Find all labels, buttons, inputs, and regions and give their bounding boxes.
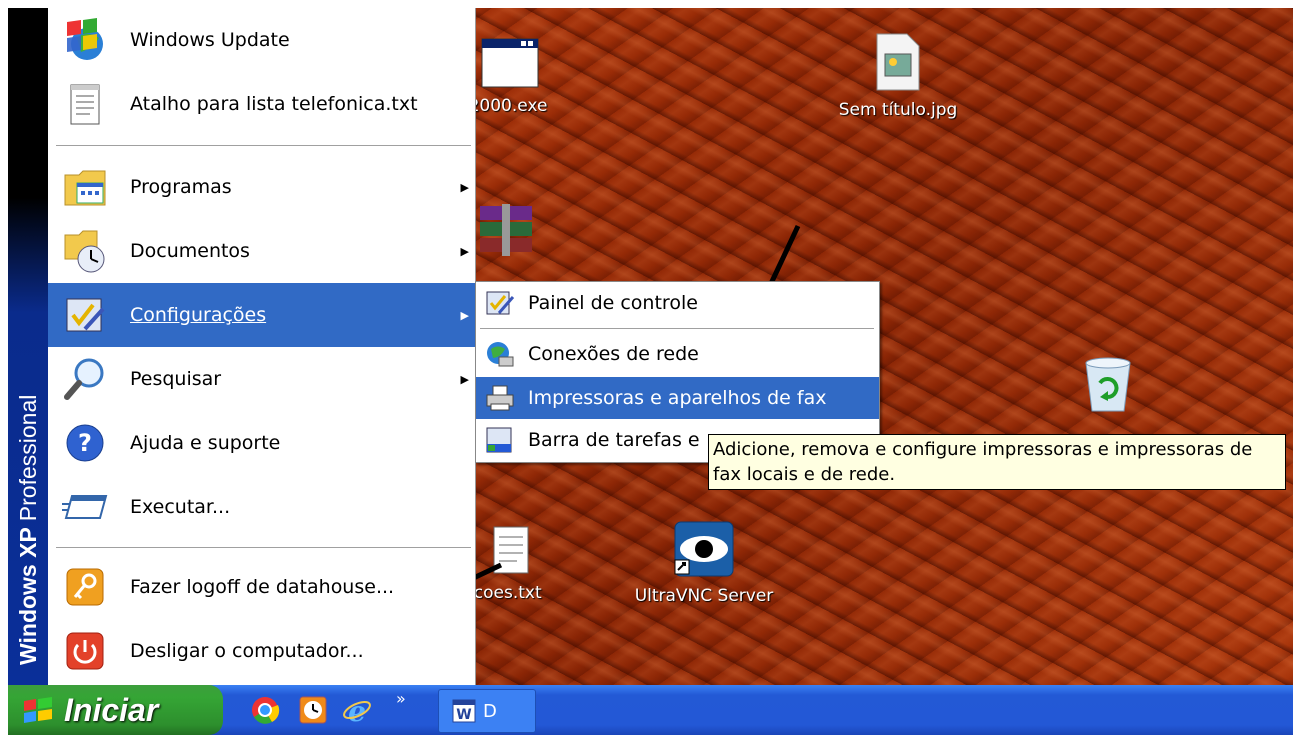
menu-item-label: Executar... — [130, 496, 231, 518]
menu-item-label: Ajuda e suporte — [130, 432, 281, 454]
menu-item-logoff[interactable]: Fazer logoff de datahouse... — [48, 555, 475, 619]
windows-logo-icon — [22, 695, 56, 725]
clock-app-icon[interactable] — [298, 695, 328, 725]
menu-item-label: Desligar o computador... — [130, 640, 364, 662]
tooltip: Adicione, remova e configure impressoras… — [708, 434, 1286, 490]
menu-separator — [56, 145, 471, 146]
submenu-arrow-icon: ▶ — [460, 180, 469, 194]
desktop-icon-exe[interactable]: 2000.exe — [463, 38, 553, 116]
windows-update-icon — [60, 17, 110, 63]
svg-text:W: W — [456, 707, 471, 723]
menu-item-label: Documentos — [130, 240, 250, 262]
taskbar-icon — [482, 425, 518, 455]
search-icon — [60, 356, 110, 402]
banner-product: Windows XP — [15, 527, 41, 665]
taskbar: Iniciar e » W D — [8, 685, 1293, 735]
menu-item-label: Atalho para lista telefonica.txt — [130, 93, 418, 115]
documents-icon — [60, 228, 110, 274]
submenu-item-control-panel[interactable]: Painel de controle — [476, 282, 879, 324]
network-connections-icon — [482, 339, 518, 369]
archive-icon — [478, 204, 534, 256]
printer-icon — [482, 383, 518, 413]
desktop-icon-recycle-bin[interactable] — [1058, 353, 1158, 421]
recycle-bin-icon — [1080, 353, 1136, 413]
submenu-arrow-icon: ▶ — [460, 244, 469, 258]
submenu-item-label: Conexões de rede — [528, 343, 699, 365]
menu-separator — [480, 328, 874, 329]
menu-item-search[interactable]: Pesquisar ▶ — [48, 347, 475, 411]
start-button-label: Iniciar — [64, 691, 159, 728]
desktop-icon-label: UltraVNC Server — [634, 586, 774, 606]
internet-explorer-icon[interactable]: e — [342, 695, 372, 728]
banner-edition: Professional — [15, 394, 41, 522]
image-file-icon — [873, 32, 923, 92]
menu-item-label: Pesquisar — [130, 368, 222, 390]
taskbar-button-label: D — [483, 700, 497, 722]
desktop-icon-label: ucoes.txt — [463, 583, 542, 603]
word-icon: W — [451, 698, 477, 724]
desktop-icon-ultravnc[interactable]: UltraVNC Server — [614, 520, 794, 606]
tooltip-line: fax locais e de rede. — [713, 464, 896, 485]
eye-icon — [673, 520, 735, 578]
start-menu: Windows XP Professional Windows Update A… — [8, 8, 476, 685]
control-panel-icon — [482, 288, 518, 318]
text-file-icon — [60, 81, 110, 127]
start-menu-sidebar: Windows XP Professional — [8, 8, 48, 685]
quicklaunch-overflow-icon[interactable]: » — [396, 689, 406, 708]
submenu-item-label: Painel de controle — [528, 292, 698, 314]
taskbar-button-word[interactable]: W D — [438, 689, 536, 733]
menu-item-label: Fazer logoff de datahouse... — [130, 576, 395, 598]
run-icon — [60, 484, 110, 530]
desktop-icon-label: 2000.exe — [468, 96, 548, 116]
shutdown-icon — [60, 628, 110, 674]
tooltip-line: Adicione, remova e configure impressoras… — [713, 439, 1253, 460]
chrome-icon[interactable] — [250, 695, 280, 725]
menu-item-windows-update[interactable]: Windows Update — [48, 8, 475, 72]
menu-item-documents[interactable]: Documentos ▶ — [48, 219, 475, 283]
menu-item-shutdown[interactable]: Desligar o computador... — [48, 619, 475, 683]
svg-text:e: e — [348, 695, 366, 725]
desktop-icon-zip[interactable] — [470, 204, 550, 264]
submenu-arrow-icon: ▶ — [460, 372, 469, 386]
submenu-item-printers[interactable]: Impressoras e aparelhos de fax — [476, 377, 879, 419]
svg-text:?: ? — [78, 429, 92, 457]
window-app-icon — [481, 38, 539, 88]
help-icon: ? — [60, 420, 110, 466]
menu-item-run[interactable]: Executar... — [48, 475, 475, 539]
submenu-item-network[interactable]: Conexões de rede — [476, 333, 879, 375]
start-button[interactable]: Iniciar — [8, 685, 223, 735]
menu-item-label: Windows Update — [130, 29, 290, 51]
submenu-item-label: Impressoras e aparelhos de fax — [528, 387, 827, 409]
menu-item-help[interactable]: ? Ajuda e suporte — [48, 411, 475, 475]
menu-item-label: Configurações — [130, 304, 267, 326]
settings-icon — [60, 292, 110, 338]
logoff-icon — [60, 564, 110, 610]
menu-separator — [56, 547, 471, 548]
menu-item-label: Programas — [130, 176, 232, 198]
programs-icon — [60, 164, 110, 210]
submenu-item-label: Barra de tarefas e — [528, 429, 700, 451]
windows-xp-banner: Windows XP Professional — [15, 395, 42, 665]
submenu-arrow-icon: ▶ — [460, 308, 469, 322]
text-file-icon — [491, 523, 531, 575]
desktop-icon-label: Sem título.jpg — [838, 100, 958, 120]
menu-item-phone-list[interactable]: Atalho para lista telefonica.txt — [48, 72, 475, 136]
desktop-icon-jpg[interactable]: Sem título.jpg — [828, 32, 968, 120]
desktop-icon-txt[interactable]: ucoes.txt — [463, 523, 558, 603]
menu-item-settings[interactable]: Configurações ▶ — [48, 283, 475, 347]
menu-item-programs[interactable]: Programas ▶ — [48, 155, 475, 219]
